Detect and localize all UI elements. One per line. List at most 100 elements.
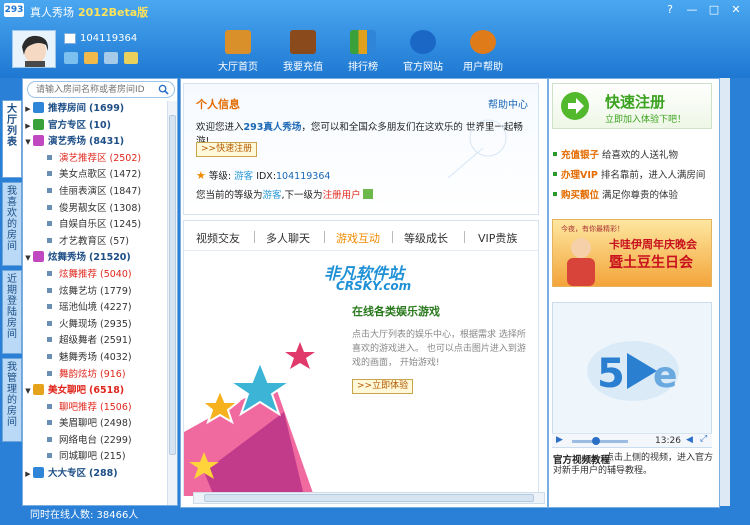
minimize-button[interactable]: —	[684, 3, 700, 17]
room-bullet-icon	[47, 337, 52, 343]
room-bullet-icon	[47, 187, 52, 193]
room-item[interactable]: 美眉聊吧 (2498)	[23, 416, 169, 433]
category-item[interactable]: ▼ 美女聊吧 (6518)	[23, 383, 169, 400]
maximize-button[interactable]: □	[706, 3, 722, 17]
tab-vip-nobility[interactable]: VIP贵族	[478, 230, 517, 246]
help-icon[interactable]: ?	[662, 3, 678, 17]
fullscreen-icon[interactable]: ⤢	[700, 434, 707, 444]
video-progress[interactable]	[572, 440, 628, 443]
expanded-arrow-icon[interactable]: ▼	[23, 383, 33, 400]
link-vip[interactable]: 办理VIP 排名靠前，进入人满房间	[553, 167, 717, 187]
room-item[interactable]: 火舞现场 (2935)	[23, 317, 169, 334]
link-buy-seat[interactable]: 购买靓位 满足你尊贵的体验	[553, 187, 717, 207]
room-bullet-icon	[47, 204, 52, 210]
tab-level-growth[interactable]: 等级成长	[404, 230, 448, 246]
room-item[interactable]: 魅舞秀场 (4032)	[23, 350, 169, 367]
bullet	[553, 192, 557, 196]
category-item[interactable]: ▶ 官方专区 (10)	[23, 118, 169, 135]
category-item[interactable]: ▶ 大大专区 (288)	[23, 466, 169, 483]
room-item[interactable]: 自娱自乐区 (1245)	[23, 217, 169, 234]
nav-official-site[interactable]: 官方网站	[396, 30, 450, 73]
room-item[interactable]: 炫舞艺坊 (1779)	[23, 284, 169, 301]
tree-scroll-thumb[interactable]	[169, 115, 176, 455]
welcome-brand: 293真人秀场	[243, 122, 302, 133]
promo-text: 点击大厅列表的娱乐中心，根据需求 选择所喜欢的游戏进入。 也可以点击图片进入到游…	[352, 330, 526, 368]
room-item[interactable]: 美女点歌区 (1472)	[23, 167, 169, 184]
tree-scrollbar[interactable]	[167, 101, 177, 505]
collapsed-arrow-icon[interactable]: ▶	[23, 466, 33, 483]
item-count: (2591)	[100, 335, 132, 347]
category-item[interactable]: ▶ 推荐房间 (1699)	[23, 101, 169, 118]
room-item[interactable]: 才艺教育区 (57)	[23, 234, 169, 251]
bullet	[553, 152, 557, 156]
room-item[interactable]: 炫舞推荐 (5040)	[23, 267, 169, 284]
quick-register-button[interactable]: >>快速注册	[196, 142, 258, 157]
next-level[interactable]: 注册用户	[323, 190, 361, 201]
welcome-pre: 欢迎您进入	[196, 122, 244, 133]
volume-icon[interactable]: ◀	[686, 435, 693, 445]
settings-icon[interactable]	[104, 52, 118, 64]
room-bullet-icon	[47, 221, 52, 227]
room-item[interactable]: 聊吧推荐 (1506)	[23, 400, 169, 417]
room-bullet-icon	[47, 370, 52, 376]
play-button[interactable]: ▶	[556, 435, 563, 445]
item-label: 演艺推荐区	[59, 152, 107, 164]
category-item[interactable]: ▼ 炫舞秀场 (21520)	[23, 250, 169, 267]
main-panel: 个人信息 帮助中心 欢迎您进入293真人秀场，您可以和全国众多朋友们在这欢乐的 …	[180, 78, 548, 508]
register-title: 快速注册	[605, 93, 666, 111]
item-count: (1847)	[109, 185, 142, 197]
item-label: 超级舞者	[59, 335, 98, 347]
banner-figure	[567, 238, 595, 286]
nav-recharge[interactable]: 我要充值	[276, 30, 330, 73]
stars-illustration[interactable]	[184, 322, 334, 496]
room-item[interactable]: 俊男靓女区 (1308)	[23, 201, 169, 218]
search-input[interactable]	[36, 83, 156, 96]
room-item[interactable]: 网络电台 (2299)	[23, 433, 169, 450]
tutorial-video[interactable]: 5e	[552, 302, 712, 448]
right-scrollbar[interactable]	[720, 78, 730, 506]
quick-register-banner[interactable]: 快速注册 立即加入体验下吧！	[552, 83, 712, 129]
header: 293 真人秀场 2012Beta版 ? — □ ✕ 104119364 大厅首页…	[0, 0, 750, 78]
anniversary-banner[interactable]: 今夜，有你最精彩！ 卡哇伊周年庆晚会 暨土豆生日会	[552, 219, 712, 287]
nav-lobby-home[interactable]: 大厅首页	[211, 30, 265, 73]
room-item[interactable]: 瑶池仙境 (4227)	[23, 300, 169, 317]
tab-favorite-rooms[interactable]: 我喜欢的房间	[2, 182, 22, 266]
item-label: 同城聊吧	[59, 451, 98, 463]
room-item[interactable]: 舞韵炫坊 (916)	[23, 367, 169, 384]
item-label: 俊男靓女区	[59, 202, 107, 214]
close-button[interactable]: ✕	[728, 3, 744, 17]
tab-lobby-list[interactable]: 大厅列表	[2, 100, 22, 178]
room-item[interactable]: 超级舞者 (2591)	[23, 333, 169, 350]
tab-managed-rooms[interactable]: 我管理的房间	[2, 358, 22, 442]
expanded-arrow-icon[interactable]: ▼	[23, 250, 33, 267]
collapsed-arrow-icon[interactable]: ▶	[23, 118, 33, 135]
room-item[interactable]: 佳丽表演区 (1847)	[23, 184, 169, 201]
link-recharge[interactable]: 充值银子 给喜欢的人送礼物	[553, 147, 717, 167]
item-label: 网络电台	[59, 434, 98, 446]
room-item[interactable]: 演艺推荐区 (2502)	[23, 151, 169, 168]
nav-label: 官方网站	[403, 62, 443, 73]
people-icon[interactable]	[84, 52, 98, 64]
nav-ranking[interactable]: 排行榜	[336, 30, 390, 73]
item-label: 美眉聊吧	[59, 418, 98, 430]
tab-game-interaction[interactable]: 游戏互动	[336, 230, 380, 246]
expanded-arrow-icon[interactable]: ▼	[23, 134, 33, 151]
home-small-icon[interactable]	[64, 52, 78, 64]
collapsed-arrow-icon[interactable]: ▶	[23, 101, 33, 118]
category-item[interactable]: ▼ 演艺秀场 (8431)	[23, 134, 169, 151]
avatar[interactable]	[12, 30, 56, 68]
mail-icon[interactable]	[124, 52, 138, 64]
main-h-scrollbar[interactable]	[193, 492, 545, 504]
search-icon[interactable]	[158, 84, 169, 95]
play-icon[interactable]: 5e	[583, 331, 683, 407]
tab-video-friends[interactable]: 视频交友	[196, 230, 240, 246]
h-scroll-thumb[interactable]	[204, 494, 534, 502]
tab-group-chat[interactable]: 多人聊天	[266, 230, 310, 246]
app-window: 293 真人秀场 2012Beta版 ? — □ ✕ 104119364 大厅首页…	[0, 0, 750, 525]
tab-recent-rooms[interactable]: 近期登陆房间	[2, 270, 22, 354]
video-progress-knob[interactable]	[592, 437, 600, 445]
item-label: 火舞现场	[59, 318, 98, 330]
try-now-button[interactable]: >>立即体验	[352, 379, 414, 394]
room-item[interactable]: 同城聊吧 (215)	[23, 449, 169, 466]
nav-user-help[interactable]: 用户帮助	[456, 30, 510, 73]
